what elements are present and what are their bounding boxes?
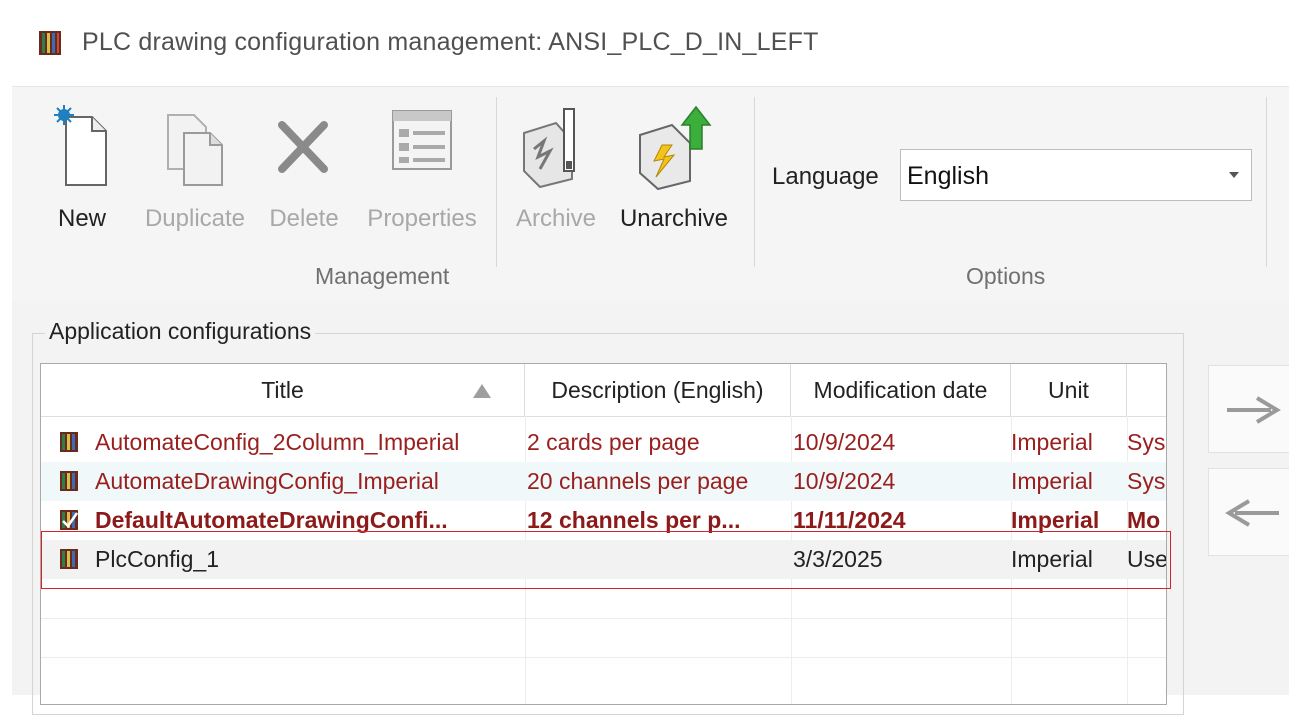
duplicate-label: Duplicate: [144, 205, 246, 232]
row-unit: Imperial: [1011, 429, 1093, 455]
duplicate-button[interactable]: Duplicate: [145, 101, 245, 232]
configurations-panel: Application configurations Title Descrip…: [12, 300, 1289, 715]
table-header: Title Description (English) Modification…: [41, 364, 1166, 417]
new-button[interactable]: New: [52, 101, 112, 232]
arrow-right-icon: [1255, 396, 1281, 424]
properties-icon: [392, 110, 452, 170]
delete-x-icon: [278, 121, 328, 173]
column-header-title[interactable]: Title: [41, 364, 525, 416]
row-date: 10/9/2024: [793, 429, 896, 455]
move-right-button[interactable]: [1208, 365, 1289, 453]
language-value: English: [907, 162, 989, 190]
language-select[interactable]: English: [900, 149, 1252, 201]
ribbon-separator: [496, 97, 497, 267]
empty-row: [41, 657, 1166, 697]
row-extra: Sys: [1127, 468, 1166, 494]
column-header-unit[interactable]: Unit: [1011, 364, 1127, 416]
table-row[interactable]: AutomateConfig_2Column_Imperial 2 cards …: [41, 423, 1166, 462]
row-date: 10/9/2024: [793, 468, 896, 494]
window-title: PLC drawing configuration management: AN…: [82, 28, 819, 56]
duplicate-icon: [167, 114, 223, 186]
row-title: AutomateConfig_2Column_Imperial: [95, 429, 460, 455]
column-header-extra[interactable]: [1127, 364, 1166, 416]
row-extra: Sys: [1127, 429, 1166, 455]
ribbon-toolbar: New Duplicate Delete Properties Archive …: [12, 86, 1289, 302]
column-header-title-label: Title: [261, 377, 304, 403]
column-header-unit-label: Unit: [1048, 377, 1089, 403]
language-label: Language: [772, 163, 879, 190]
ribbon-separator: [1266, 97, 1267, 267]
config-book-icon: [60, 471, 78, 491]
column-header-description-label: Description (English): [551, 377, 764, 403]
column-header-description[interactable]: Description (English): [525, 364, 791, 416]
new-document-icon: [54, 105, 107, 186]
app-book-icon: [39, 31, 61, 55]
properties-label: Properties: [367, 205, 477, 232]
table-row[interactable]: AutomateDrawingConfig_Imperial 20 channe…: [41, 462, 1166, 501]
configurations-group-label: Application configurations: [45, 318, 316, 345]
archive-button[interactable]: Archive: [516, 101, 596, 232]
config-book-icon: [60, 432, 78, 452]
sort-ascending-icon: [473, 384, 491, 398]
management-group-label: Management: [315, 263, 450, 289]
empty-row: [41, 618, 1166, 658]
highlight-annotation-box: [41, 531, 1171, 589]
options-group-label: Options: [966, 263, 1046, 289]
delete-button[interactable]: Delete: [269, 101, 339, 232]
config-book-check-icon: [60, 510, 79, 530]
properties-button[interactable]: Properties: [367, 101, 477, 232]
new-label: New: [57, 205, 107, 232]
delete-label: Delete: [269, 205, 339, 232]
unarchive-button[interactable]: Unarchive: [620, 101, 728, 232]
row-title: AutomateDrawingConfig_Imperial: [95, 468, 439, 494]
move-left-button[interactable]: [1208, 468, 1289, 556]
title-bar: PLC drawing configuration management: AN…: [12, 0, 1289, 86]
ribbon-separator: [754, 97, 755, 267]
row-description: 20 channels per page: [527, 468, 749, 494]
row-description: 2 cards per page: [527, 429, 700, 455]
archive-icon: [523, 108, 575, 189]
archive-label: Archive: [515, 205, 597, 232]
unarchive-icon: [639, 105, 712, 191]
chevron-down-icon: [1229, 172, 1239, 178]
arrow-left-icon: [1225, 499, 1251, 527]
column-header-modification-date[interactable]: Modification date: [791, 364, 1011, 416]
column-header-date-label: Modification date: [813, 377, 988, 403]
unarchive-label: Unarchive: [619, 205, 729, 232]
row-unit: Imperial: [1011, 468, 1093, 494]
